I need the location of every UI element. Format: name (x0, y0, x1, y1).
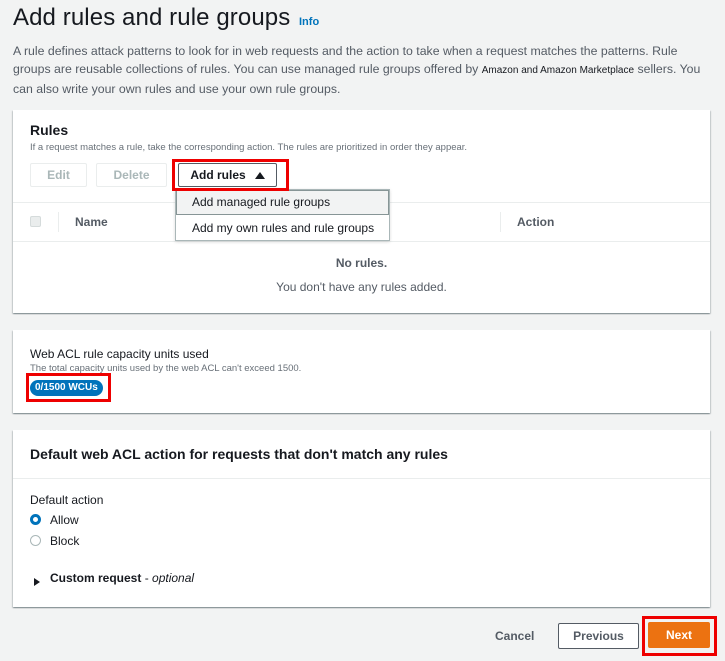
column-divider (500, 212, 501, 232)
cancel-button[interactable]: Cancel (495, 629, 534, 643)
dash-separator: - (141, 571, 153, 585)
optional-label: optional (152, 571, 195, 585)
add-rules-menu: Add managed rule groups Add my own rules… (175, 189, 390, 241)
column-divider (58, 212, 59, 232)
menu-item-add-own-rules[interactable]: Add my own rules and rule groups (176, 216, 389, 241)
block-label[interactable]: Block (50, 534, 79, 548)
capacity-title: Web ACL rule capacity units used (30, 347, 209, 361)
highlight-add-rules (172, 159, 289, 191)
block-radio[interactable] (30, 535, 41, 546)
page-title: Add rules and rule groups (13, 4, 291, 31)
page-description: A rule defines attack patterns to look f… (13, 42, 718, 98)
allow-label[interactable]: Allow (50, 513, 79, 527)
custom-request-toggle[interactable]: Custom request - optional (50, 571, 194, 585)
select-all-checkbox[interactable] (30, 216, 41, 227)
default-action-panel: Default web ACL action for requests that… (13, 430, 710, 607)
capacity-panel: Web ACL rule capacity units used The tot… (13, 330, 710, 413)
column-name[interactable]: Name (75, 215, 108, 229)
rules-subtitle: If a request matches a rule, take the co… (30, 142, 468, 153)
custom-request-label: Custom request (50, 571, 142, 585)
highlight-next-button (642, 616, 717, 656)
column-action[interactable]: Action (517, 215, 554, 229)
rules-title: Rules (30, 122, 69, 138)
empty-title: No rules. (335, 256, 388, 270)
allow-radio[interactable] (30, 514, 41, 525)
previous-button[interactable]: Previous (558, 623, 639, 649)
highlight-wcu-badge (26, 373, 111, 402)
divider (13, 478, 710, 479)
default-action-label: Default action (30, 493, 104, 507)
delete-button[interactable]: Delete (96, 163, 167, 187)
caret-right-icon[interactable] (34, 573, 40, 591)
empty-text: You don't have any rules added. (276, 280, 447, 294)
menu-item-add-managed-rule-groups[interactable]: Add managed rule groups (176, 190, 389, 215)
info-link[interactable]: Info (299, 16, 319, 28)
default-action-title: Default web ACL action for requests that… (30, 446, 448, 462)
edit-button[interactable]: Edit (30, 163, 87, 187)
vendor-name: Amazon and Amazon Marketplace (481, 65, 635, 76)
